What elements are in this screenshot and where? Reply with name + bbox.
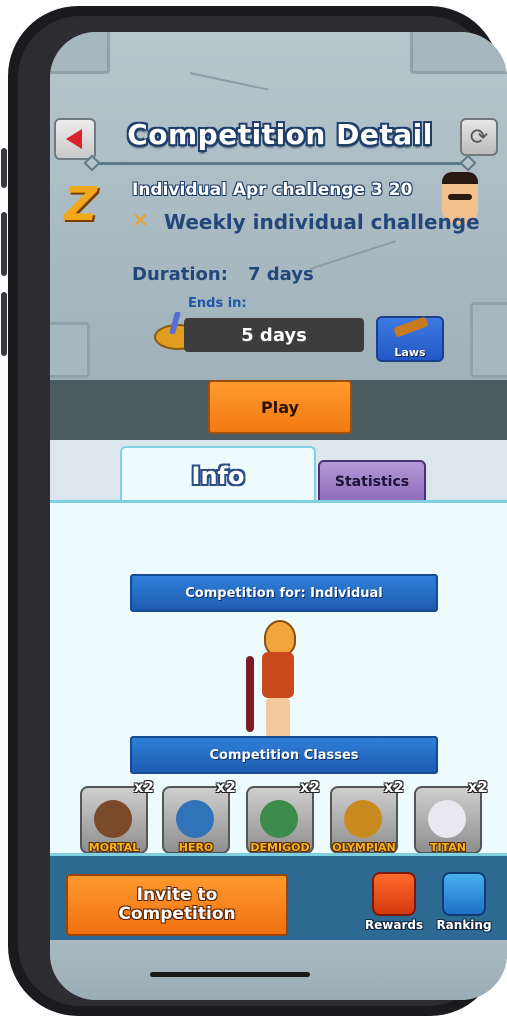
class-multiplier: x2: [383, 778, 404, 796]
zeus-logo-icon: Z: [64, 177, 98, 231]
ranking-label: Ranking: [436, 918, 492, 932]
competition-classes-header: Competition Classes: [130, 736, 438, 774]
hero-character-image: [246, 620, 310, 738]
mortal-portrait-icon: [94, 800, 132, 838]
tab-statistics[interactable]: Statistics: [318, 460, 426, 504]
refresh-icon: ⟳: [469, 124, 489, 150]
invite-to-competition-button[interactable]: Invite to Competition: [66, 874, 288, 936]
stone-block: [410, 32, 507, 74]
duration-label: Duration:: [132, 264, 228, 285]
class-multiplier: x2: [215, 778, 236, 796]
stone-footer-background: [50, 940, 507, 1000]
stone-block: [50, 322, 90, 378]
class-titan[interactable]: x2 TITAN: [414, 778, 488, 854]
stone-block: [50, 32, 110, 74]
side-button-volume-down: [1, 292, 7, 356]
tab-info-label: Info: [191, 462, 245, 490]
duration-value: 7 days: [248, 264, 314, 285]
invite-label-line2: Competition: [118, 904, 236, 924]
competition-name: Individual Apr challenge 3 20: [132, 180, 413, 200]
hero-portrait-icon: [176, 800, 214, 838]
side-button-volume-up: [1, 212, 7, 276]
competition-for-header: Competition for: Individual: [130, 574, 438, 612]
laws-label: Laws: [394, 346, 426, 359]
rewards-button[interactable]: Rewards: [362, 870, 426, 932]
home-indicator[interactable]: [150, 972, 310, 977]
class-list: x2 MORTAL x2 HERO x2 DEMIGOD x2 OLYMPIAN…: [80, 778, 500, 856]
competition-type: Weekly individual challenge: [164, 210, 480, 234]
class-olympian[interactable]: x2 OLYMPIAN: [330, 778, 404, 854]
ends-in-value: 5 days: [184, 318, 364, 352]
side-button-mute: [1, 148, 7, 188]
laws-button[interactable]: Laws: [376, 316, 444, 362]
ranking-podium-icon: [442, 872, 486, 916]
play-button[interactable]: Play: [208, 380, 352, 434]
stone-crack: [309, 240, 396, 270]
class-demigod[interactable]: x2 DEMIGOD: [246, 778, 320, 854]
class-multiplier: x2: [467, 778, 488, 796]
titan-portrait-icon: [428, 800, 466, 838]
tab-info[interactable]: Info: [120, 446, 316, 508]
stone-block: [470, 302, 507, 378]
ends-in-label: Ends in:: [188, 296, 247, 311]
demigod-portrait-icon: [260, 800, 298, 838]
back-arrow-icon: [65, 129, 82, 149]
class-hero[interactable]: x2 HERO: [162, 778, 236, 854]
back-button[interactable]: [54, 118, 96, 160]
stone-crack: [189, 72, 269, 91]
ranking-button[interactable]: Ranking: [432, 870, 496, 932]
gavel-icon: [393, 316, 429, 338]
app-screen: Competition Detail ⟳ Z Individual Apr ch…: [50, 32, 507, 1000]
weekly-challenge-icon: ✕: [132, 208, 149, 232]
refresh-button[interactable]: ⟳: [460, 118, 498, 156]
class-multiplier: x2: [299, 778, 320, 796]
class-multiplier: x2: [133, 778, 154, 796]
rewards-icon: [372, 872, 416, 916]
title-divider: [90, 162, 468, 165]
rewards-label: Rewards: [364, 918, 424, 932]
invite-label-line1: Invite to: [136, 885, 218, 905]
class-mortal[interactable]: x2 MORTAL: [80, 778, 154, 854]
olympian-portrait-icon: [344, 800, 382, 838]
page-title: Competition Detail: [127, 118, 433, 151]
